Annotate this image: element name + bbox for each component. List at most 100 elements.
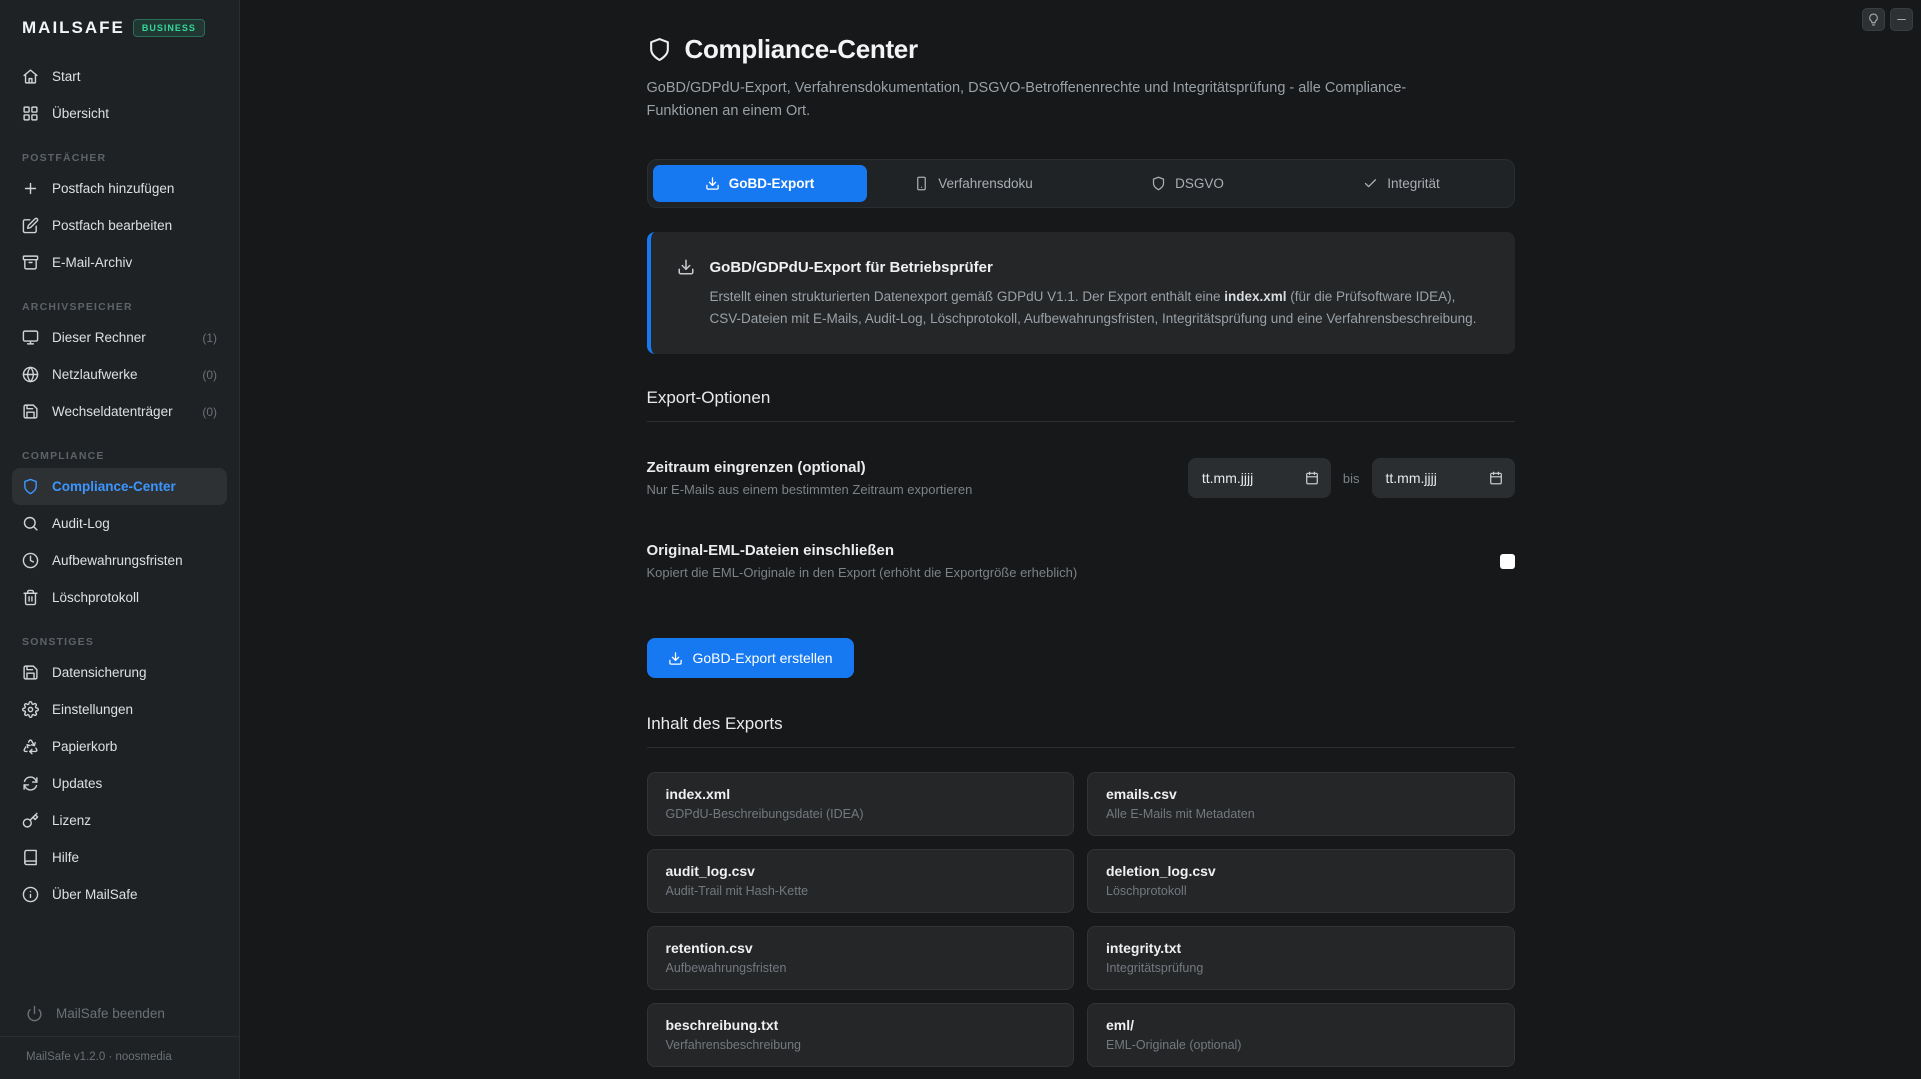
date-range-label: Zeitraum eingrenzen (optional) (647, 459, 973, 476)
sidebar-item-label: Einstellungen (52, 702, 133, 717)
export-file-card: index.xml GDPdU-Beschreibungsdatei (IDEA… (647, 772, 1075, 836)
sidebar-item-wechseldatentraeger[interactable]: Wechseldatenträger (0) (12, 393, 227, 430)
eml-option-label: Original-EML-Dateien einschließen (647, 542, 1078, 559)
sidebar-item-uebersicht[interactable]: Übersicht (12, 95, 227, 132)
sidebar: MAILSAFE BUSINESS Start Übersicht POSTFÄ… (0, 0, 240, 1079)
sidebar-item-updates[interactable]: Updates (12, 765, 227, 802)
archive-icon (22, 254, 39, 271)
section-title-archivspeicher: ARCHIVSPEICHER (22, 301, 217, 313)
quit-label: MailSafe beenden (56, 1006, 165, 1021)
sidebar-item-loeschprotokoll[interactable]: Löschprotokoll (12, 579, 227, 616)
book-icon (22, 849, 39, 866)
theme-toggle-button[interactable] (1862, 8, 1885, 31)
sidebar-item-label: Dieser Rechner (52, 330, 146, 345)
version-text: MailSafe v1.2.0 · noosmedia (0, 1036, 239, 1079)
sidebar-item-netzlaufwerke[interactable]: Netzlaufwerke (0) (12, 356, 227, 393)
file-description: GDPdU-Beschreibungsdatei (IDEA) (666, 807, 1056, 821)
tab-gobd-export[interactable]: GoBD-Export (653, 165, 867, 202)
export-file-card: beschreibung.txt Verfahrensbeschreibung (647, 1003, 1075, 1067)
sidebar-item-papierkorb[interactable]: Papierkorb (12, 728, 227, 765)
tab-label: DSGVO (1175, 176, 1224, 191)
page-header: Compliance-Center (647, 34, 1515, 65)
sidebar-item-label: Start (52, 69, 81, 84)
sidebar-item-aufbewahrungsfristen[interactable]: Aufbewahrungsfristen (12, 542, 227, 579)
file-name: beschreibung.txt (666, 1017, 1056, 1033)
date-to-input[interactable]: tt.mm.jjjj (1372, 458, 1515, 498)
sidebar-item-postfach-hinzufuegen[interactable]: Postfach hinzufügen (12, 170, 227, 207)
sidebar-item-compliance-center[interactable]: Compliance-Center (12, 468, 227, 505)
sidebar-item-postfach-bearbeiten[interactable]: Postfach bearbeiten (12, 207, 227, 244)
sidebar-item-label: Hilfe (52, 850, 79, 865)
sidebar-item-email-archiv[interactable]: E-Mail-Archiv (12, 244, 227, 281)
minimize-button[interactable] (1890, 8, 1913, 31)
grid-icon (22, 105, 39, 122)
globe-icon (22, 366, 39, 383)
file-description: Verfahrensbeschreibung (666, 1038, 1056, 1052)
file-name: audit_log.csv (666, 863, 1056, 879)
sidebar-item-einstellungen[interactable]: Einstellungen (12, 691, 227, 728)
include-eml-checkbox[interactable] (1500, 554, 1515, 569)
app-logo-text: MAILSAFE (22, 18, 125, 38)
file-name: integrity.txt (1106, 940, 1496, 956)
sidebar-item-lizenz[interactable]: Lizenz (12, 802, 227, 839)
edit-icon (22, 217, 39, 234)
item-count-badge: (1) (202, 331, 217, 345)
export-file-card: retention.csv Aufbewahrungsfristen (647, 926, 1075, 990)
sidebar-item-label: Updates (52, 776, 102, 791)
export-file-grid: index.xml GDPdU-Beschreibungsdatei (IDEA… (647, 772, 1515, 1079)
quit-button[interactable]: MailSafe beenden (12, 993, 227, 1036)
lightbulb-icon (1867, 13, 1880, 26)
download-icon (705, 176, 720, 191)
file-description: Audit-Trail mit Hash-Kette (666, 884, 1056, 898)
eml-option-row: Original-EML-Dateien einschließen Kopier… (647, 542, 1515, 580)
sidebar-item-label: Postfach hinzufügen (52, 181, 174, 196)
app-logo: MAILSAFE BUSINESS (12, 18, 227, 44)
sidebar-item-datensicherung[interactable]: Datensicherung (12, 654, 227, 691)
refresh-icon (22, 775, 39, 792)
sidebar-item-label: Aufbewahrungsfristen (52, 553, 183, 568)
sidebar-nav: Start Übersicht POSTFÄCHER Postfach hinz… (12, 58, 227, 913)
shield-icon (647, 37, 672, 62)
sidebar-item-ueber-mailsafe[interactable]: Über MailSafe (12, 876, 227, 913)
section-title-compliance: COMPLIANCE (22, 450, 217, 462)
sidebar-item-label: E-Mail-Archiv (52, 255, 132, 270)
tab-label: Integrität (1387, 176, 1440, 191)
file-name: deletion_log.csv (1106, 863, 1496, 879)
export-file-card: integrity.txt Integritätsprüfung (1087, 926, 1515, 990)
info-icon (22, 886, 39, 903)
window-controls (1862, 8, 1913, 31)
tab-verfahrensdoku[interactable]: Verfahrensdoku (867, 165, 1081, 202)
download-icon (677, 258, 695, 276)
document-icon (914, 176, 929, 191)
power-icon (26, 1005, 43, 1022)
date-from-input[interactable]: tt.mm.jjjj (1188, 458, 1331, 498)
sidebar-item-dieser-rechner[interactable]: Dieser Rechner (1) (12, 319, 227, 356)
export-file-card: eml/ EML-Originale (optional) (1087, 1003, 1515, 1067)
file-description: EML-Originale (optional) (1106, 1038, 1496, 1052)
shield-icon (1151, 176, 1166, 191)
sidebar-item-start[interactable]: Start (12, 58, 227, 95)
file-name: eml/ (1106, 1017, 1496, 1033)
create-export-button[interactable]: GoBD-Export erstellen (647, 638, 854, 678)
file-description: Integritätsprüfung (1106, 961, 1496, 975)
monitor-icon (22, 329, 39, 346)
calendar-icon (1305, 471, 1319, 485)
export-file-card: audit_log.csv Audit-Trail mit Hash-Kette (647, 849, 1075, 913)
export-file-card: deletion_log.csv Löschprotokoll (1087, 849, 1515, 913)
sidebar-item-audit-log[interactable]: Audit-Log (12, 505, 227, 542)
export-options-heading: Export-Optionen (647, 388, 1515, 422)
calendar-icon (1489, 471, 1503, 485)
sidebar-item-label: Übersicht (52, 106, 109, 121)
sidebar-item-label: Lizenz (52, 813, 91, 828)
date-to-placeholder: tt.mm.jjjj (1386, 470, 1437, 486)
key-icon (22, 812, 39, 829)
home-icon (22, 68, 39, 85)
trash-icon (22, 589, 39, 606)
sidebar-item-hilfe[interactable]: Hilfe (12, 839, 227, 876)
sidebar-item-label: Wechseldatenträger (52, 404, 173, 419)
tab-integritaet[interactable]: Integrität (1295, 165, 1509, 202)
check-icon (1363, 176, 1378, 191)
tab-dsgvo[interactable]: DSGVO (1081, 165, 1295, 202)
file-name: retention.csv (666, 940, 1056, 956)
floppy-disk-icon (22, 403, 39, 420)
